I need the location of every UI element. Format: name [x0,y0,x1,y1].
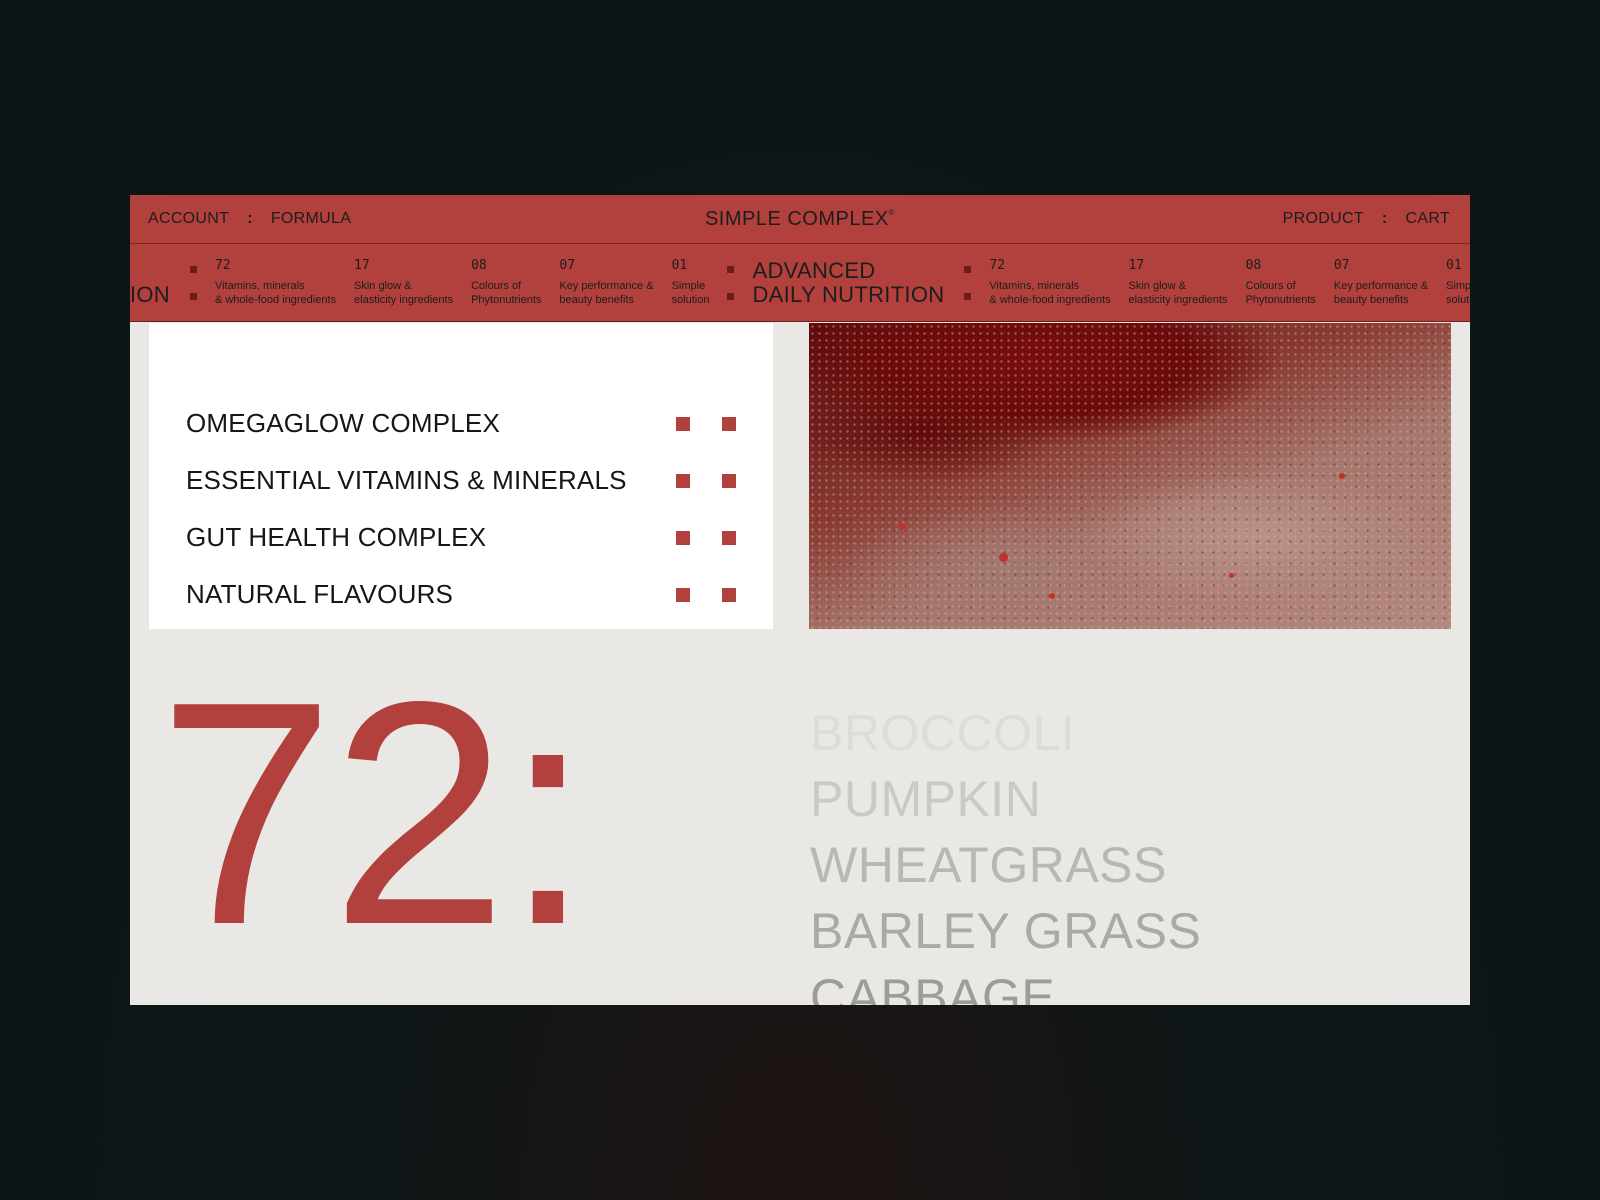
square-marker [676,530,690,545]
square-marker [964,292,972,300]
ticker-stat-number: 01 [1446,258,1462,273]
ticker-stat: 72 Vitamins, minerals & whole-food ingred… [989,258,1110,307]
powder-grain-texture [809,323,1451,629]
ticker-stat: 17 Skin glow & elasticity ingredients [1129,258,1228,307]
ticker-stat: 01 Simple solution [1446,258,1470,307]
vegetable-list: BROCCOLI PUMPKIN WHEATGRASS BARLEY GRASS CAB… [810,700,1201,1005]
ticker-title-line: ADVANCED [130,259,170,283]
ingredient-row[interactable]: NATURAL FLAVOURS [186,566,736,623]
ticker-track: ADVANCEDDAILY NUTRITION72Vitamins, miner… [130,244,1470,321]
square-marker [722,473,736,488]
product-link[interactable]: PRODUCT [1283,210,1364,228]
brand-logo[interactable]: SIMPLE COMPLEX® [130,195,1470,243]
powder-speck [999,553,1008,562]
ticker-stat: 07 Key performance & beauty benefits [1334,258,1428,307]
vegetable-item: WHEATGRASS [810,837,1167,893]
ticker-stat-caption: Simple solution [1446,280,1470,306]
ingredient-row[interactable]: ESSENTIAL VITAMINS & MINERALS [186,452,736,509]
powder-speck [899,523,906,530]
ticker-stat-caption: Vitamins, minerals & whole-food ingredie… [214,280,337,306]
square-marker [676,587,690,602]
top-navigation-bar: ACCOUNT : FORMULA SIMPLE COMPLEX® PRODUC… [130,195,1470,244]
vegetable-item: BARLEY GRASS [810,903,1202,959]
marquee-ticker: ADVANCEDDAILY NUTRITION72Vitamins, miner… [130,244,1470,322]
cart-link[interactable]: CART [1406,210,1450,228]
square-marker [722,530,736,545]
ticker-stat-caption: Key performance & beauty benefits [1333,280,1429,306]
vegetable-item: BROCCOLI [810,705,1076,761]
powder-speck [1339,473,1345,479]
square-marker [727,292,735,300]
ticker-title: ADVANCEDDAILY NUTRITION [130,259,170,307]
ticker-square-markers [727,265,735,300]
ticker-stat: 17 Skin glow & elasticity ingredients [354,258,453,307]
square-markers [676,530,736,545]
ticker-stat-number: 72 [214,258,231,273]
square-marker [722,587,736,602]
ticker-title: ADVANCEDDAILY NUTRITION [752,257,945,307]
ticker-stat-caption: Simple solution [671,280,710,306]
ingredient-list: OMEGAGLOW COMPLEX ESSENTIAL VITAMINS & M… [186,395,736,623]
site-frame: ACCOUNT : FORMULA SIMPLE COMPLEX® PRODUC… [130,195,1470,1005]
square-marker [676,416,690,431]
ticker-stat-number: 17 [1128,258,1145,273]
powder-speck [1229,573,1234,578]
ticker-stat-number: 72 [989,258,1006,273]
nav-separator: : [1381,210,1388,227]
ticker-stat-number: 17 [354,258,370,273]
ticker-stat-caption: Vitamins, minerals & whole-food ingredie… [989,280,1111,306]
ingredient-name: GUT HEALTH COMPLEX [186,522,487,552]
square-marker [676,473,690,488]
ingredient-panel: OMEGAGLOW COMPLEX ESSENTIAL VITAMINS & M… [149,323,773,629]
square-marker [727,265,735,273]
ingredient-row[interactable]: OMEGAGLOW COMPLEX [186,395,736,452]
square-markers [676,416,736,431]
ticker-stat-number: 07 [559,258,576,273]
ticker-stat-caption: Colours of Phytonutrients [471,280,542,306]
square-markers [676,587,736,602]
square-marker [722,416,736,431]
ingredient-name: NATURAL FLAVOURS [186,579,454,609]
ticker-stat: 08 Colours of Phytonutrients [1246,258,1316,307]
ticker-stat-number: 08 [1245,258,1262,273]
ticker-stat: 72 Vitamins, minerals & whole-food ingred… [215,258,336,307]
ticker-title-line: DAILY NUTRITION [752,281,945,307]
square-markers [676,473,736,488]
ticker-title-line: ADVANCED [752,257,876,283]
ticker-stat-caption: Colours of Phytonutrients [1245,280,1316,306]
ingredient-name: ESSENTIAL VITAMINS & MINERALS [186,465,627,495]
ingredient-row[interactable]: GUT HEALTH COMPLEX [186,509,736,566]
ticker-square-markers [964,265,972,300]
ticker-stat-caption: Skin glow & elasticity ingredients [1128,280,1228,306]
square-marker [189,265,197,273]
ticker-square-markers [189,265,197,300]
ticker-stat-number: 01 [671,258,688,273]
vegetable-item: PUMPKIN [810,771,1042,827]
registered-mark: ® [888,208,896,217]
ticker-stat: 01 Simple solution [672,258,710,307]
brand-name: SIMPLE COMPLEX [704,208,889,230]
ticker-stat: 08 Colours of Phytonutrients [471,258,541,307]
vegetable-item: CABBAGE [810,969,1056,1005]
square-marker [189,292,197,300]
ticker-stat-number: 08 [471,258,487,273]
powder-speck [1049,593,1055,599]
ingredient-name: OMEGAGLOW COMPLEX [186,408,501,438]
ticker-title-line: DAILY NUTRITION [130,281,170,307]
nav-right: PRODUCT : CART [1283,195,1450,243]
ticker-stat-number: 07 [1333,258,1350,273]
ticker-stat-caption: Key performance & beauty benefits [559,280,654,306]
powder-texture-image [809,323,1451,629]
square-marker [964,265,972,273]
ticker-stat-caption: Skin glow & elasticity ingredients [354,280,454,306]
ticker-stat: 07 Key performance & beauty benefits [559,258,653,307]
ingredient-count-hero: 72: [158,636,592,991]
